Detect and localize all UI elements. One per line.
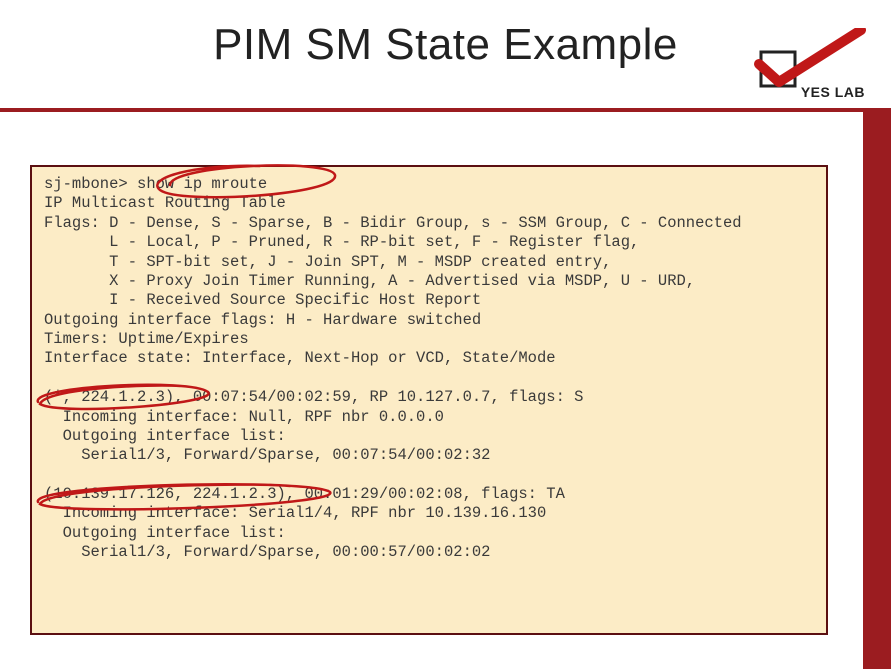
command-text: show ip mroute bbox=[137, 175, 267, 193]
flags-line-1: L - Local, P - Pruned, R - RP-bit set, F… bbox=[44, 233, 639, 251]
oif-flags: Outgoing interface flags: H - Hardware s… bbox=[44, 311, 481, 329]
entry2-incoming: Incoming interface: Serial1/4, RPF nbr 1… bbox=[44, 504, 546, 522]
flags-line-0: Flags: D - Dense, S - Sparse, B - Bidir … bbox=[44, 214, 742, 232]
flags-line-4: I - Received Source Specific Host Report bbox=[44, 291, 481, 309]
table-header: IP Multicast Routing Table bbox=[44, 194, 286, 212]
entry1-head: (*, 224.1.2.3), 00:07:54/00:02:59, RP 10… bbox=[44, 388, 584, 406]
iface-state-line: Interface state: Interface, Next-Hop or … bbox=[44, 349, 556, 367]
entry1-incoming: Incoming interface: Null, RPF nbr 0.0.0.… bbox=[44, 408, 444, 426]
terminal-output: sj-mbone> show ip mroute IP Multicast Ro… bbox=[30, 165, 828, 635]
prompt: sj-mbone> bbox=[44, 175, 137, 193]
entry2-oil-label: Outgoing interface list: bbox=[44, 524, 286, 542]
entry2-head: (10.139.17.126, 224.1.2.3), 00:01:29/00:… bbox=[44, 485, 565, 503]
divider-horizontal bbox=[0, 108, 891, 112]
divider-vertical bbox=[863, 108, 891, 669]
yeslab-logo: YES LAB bbox=[711, 28, 871, 98]
logo-text: YES LAB bbox=[801, 84, 865, 100]
entry1-oil-item: Serial1/3, Forward/Sparse, 00:07:54/00:0… bbox=[44, 446, 490, 464]
entry2-oil-item: Serial1/3, Forward/Sparse, 00:00:57/00:0… bbox=[44, 543, 490, 561]
slide: PIM SM State Example YES LAB sj-mbone> s… bbox=[0, 0, 891, 669]
timers-line: Timers: Uptime/Expires bbox=[44, 330, 249, 348]
flags-line-3: X - Proxy Join Timer Running, A - Advert… bbox=[44, 272, 695, 290]
flags-line-2: T - SPT-bit set, J - Join SPT, M - MSDP … bbox=[44, 253, 611, 271]
entry1-oil-label: Outgoing interface list: bbox=[44, 427, 286, 445]
